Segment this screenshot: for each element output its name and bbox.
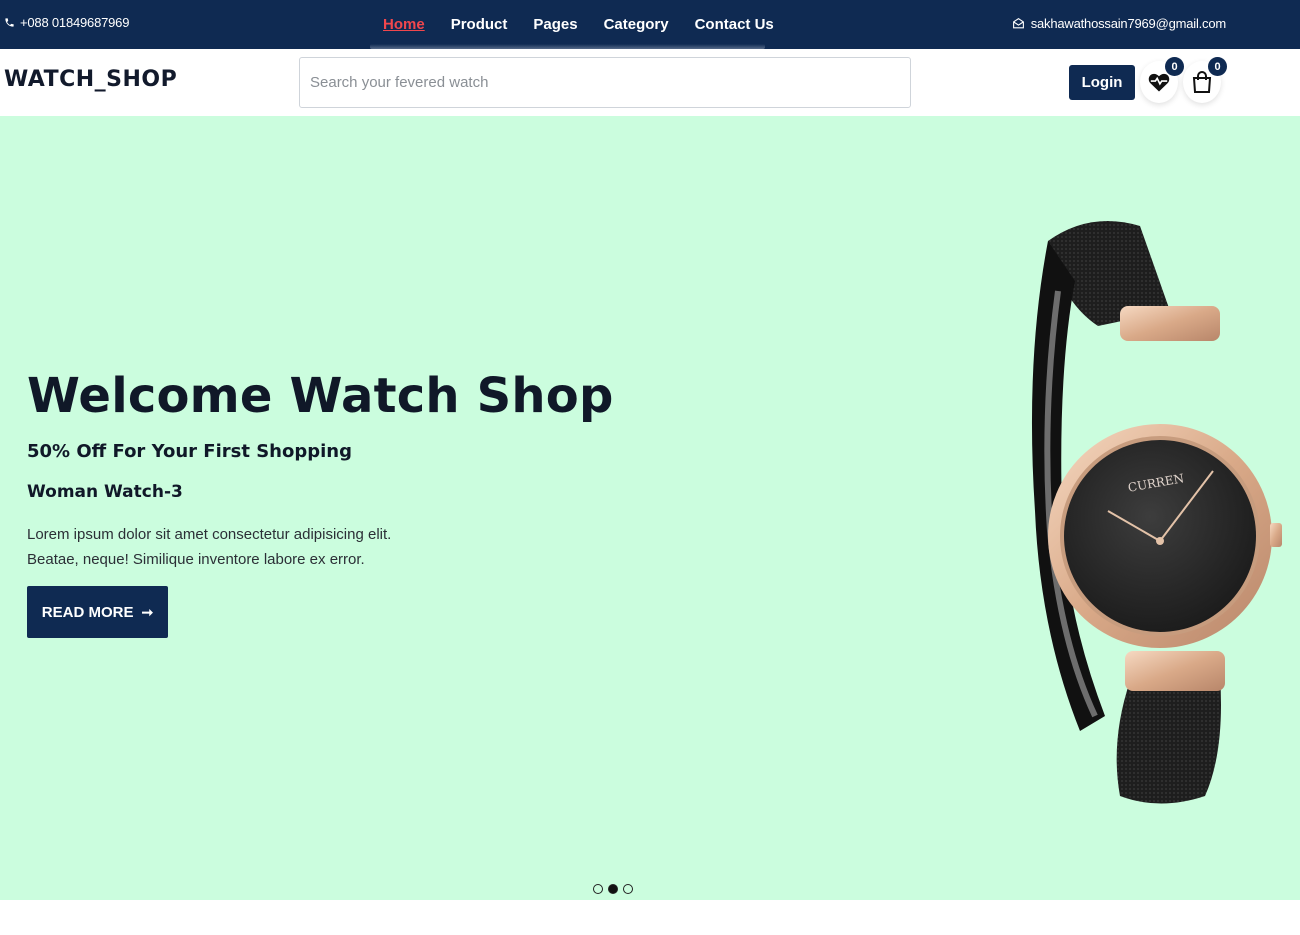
search-input[interactable]: [299, 57, 911, 108]
hero-slider: Welcome Watch Shop 50% Off For Your Firs…: [0, 116, 1300, 900]
cart-button[interactable]: 0: [1183, 57, 1227, 103]
site-logo[interactable]: WATCH_SHOP: [4, 67, 177, 92]
nav-contact-us[interactable]: Contact Us: [682, 16, 787, 33]
phone-contact[interactable]: +088 01849687969: [4, 15, 129, 30]
hero-watch-image: CURREN: [1031, 221, 1282, 804]
top-bar: +088 01849687969 Home Product Pages Cate…: [0, 0, 1300, 49]
email-contact[interactable]: sakhawathossain7969@gmail.com: [1012, 16, 1226, 31]
heart-pulse-icon: [1148, 73, 1170, 92]
nav-product[interactable]: Product: [438, 16, 521, 33]
arrow-right-icon: ➞: [141, 603, 154, 620]
slider-dots: [593, 884, 638, 894]
main-nav: Home Product Pages Category Contact Us: [370, 0, 787, 49]
nav-home[interactable]: Home: [370, 16, 438, 33]
email-address: sakhawathossain7969@gmail.com: [1030, 16, 1226, 31]
nav-pages[interactable]: Pages: [520, 16, 590, 33]
hero-model-name: Woman Watch-3: [27, 482, 183, 502]
read-more-button[interactable]: READ MORE ➞: [27, 586, 168, 638]
wishlist-count-badge: 0: [1165, 57, 1184, 76]
wishlist-button[interactable]: 0: [1140, 57, 1184, 103]
hero-description: Lorem ipsum dolor sit amet consectetur a…: [27, 526, 392, 568]
slider-dot-2[interactable]: [608, 884, 618, 894]
cart-count-badge: 0: [1208, 57, 1227, 76]
login-button[interactable]: Login: [1069, 65, 1135, 100]
hero-title: Welcome Watch Shop: [27, 368, 614, 424]
shopping-bag-icon: [1192, 71, 1212, 93]
slider-dot-3[interactable]: [623, 884, 633, 894]
envelope-icon: [1012, 17, 1024, 29]
nav-category[interactable]: Category: [591, 16, 682, 33]
site-header: WATCH_SHOP Login 0 0: [0, 49, 1300, 116]
phone-number: +088 01849687969: [20, 15, 130, 30]
read-more-label: READ MORE: [41, 603, 134, 621]
phone-icon: [5, 18, 14, 27]
hero-offer: 50% Off For Your First Shopping: [27, 441, 352, 462]
slider-dot-1[interactable]: [593, 884, 603, 894]
